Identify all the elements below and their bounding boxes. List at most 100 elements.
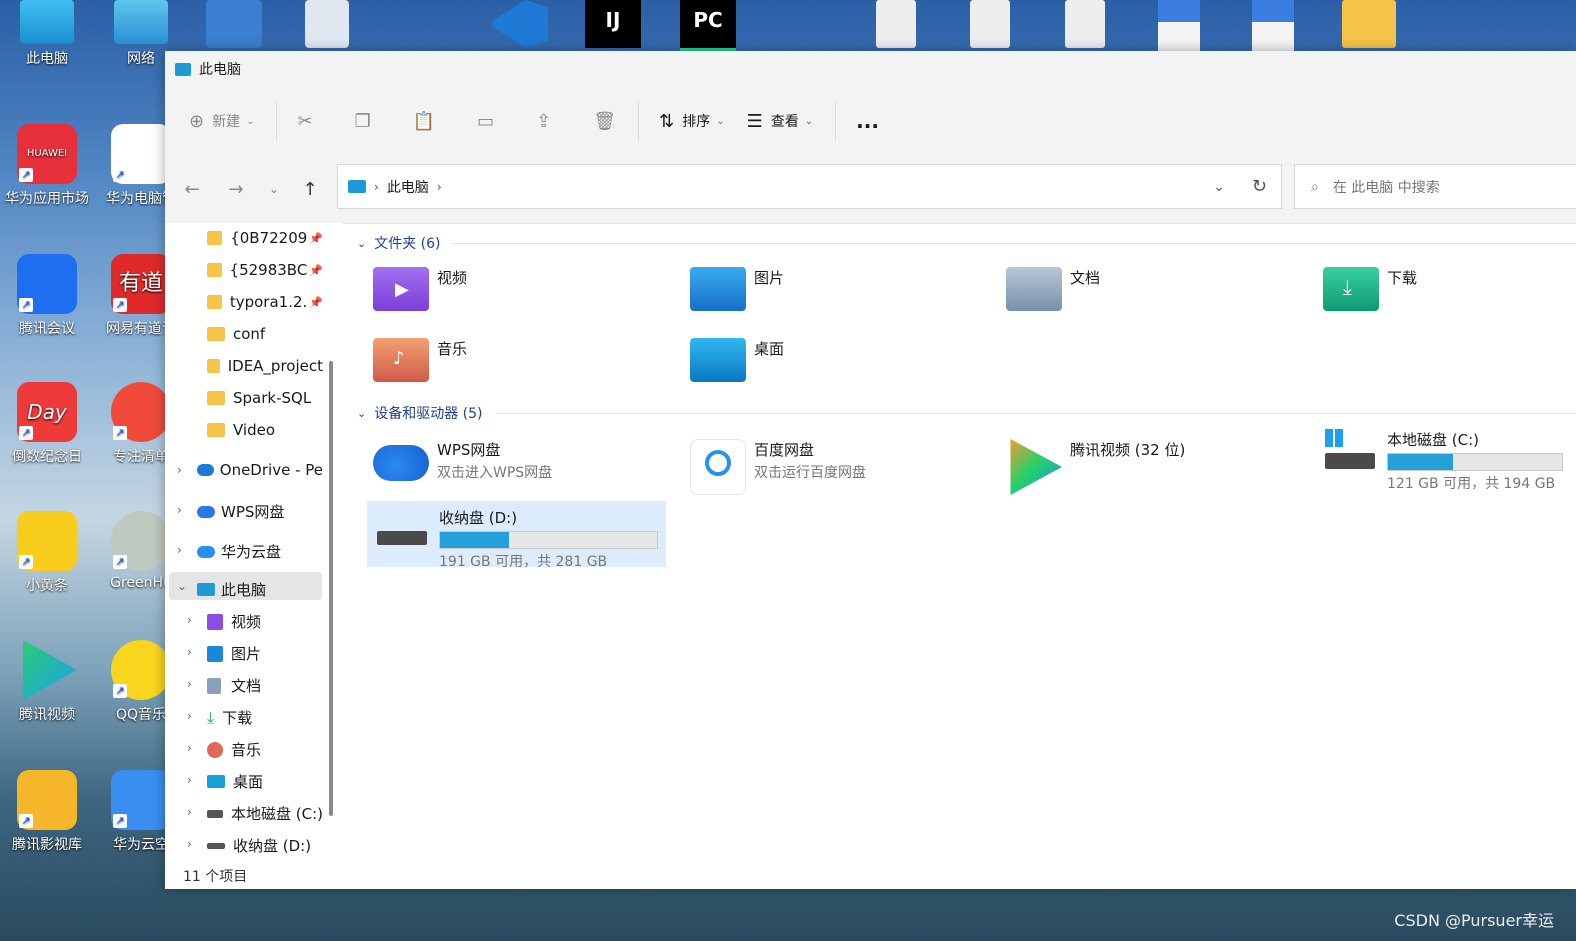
more-options-button[interactable]: ... bbox=[856, 109, 879, 133]
sidebar-item-wps[interactable]: WPS网盘 bbox=[197, 501, 323, 522]
address-dropdown-icon[interactable]: ⌄ bbox=[1213, 179, 1225, 195]
expand-chevron-icon[interactable]: › bbox=[187, 837, 192, 851]
sidebar-item-quick-4[interactable]: IDEA_project bbox=[207, 357, 323, 375]
expand-chevron-icon[interactable]: › bbox=[187, 773, 192, 787]
expand-chevron-icon[interactable]: › bbox=[187, 709, 192, 723]
desktop-icon-tencent-meeting[interactable]: ↗ 腾讯会议 bbox=[0, 254, 94, 338]
new-button[interactable]: ⊕ 新建 ⌄ bbox=[189, 111, 254, 132]
collapse-chevron-icon[interactable]: ⌄ bbox=[177, 579, 187, 593]
sidebar-item-quick-5[interactable]: Spark-SQL bbox=[207, 389, 323, 407]
shortcut-arrow-icon: ↗ bbox=[113, 298, 127, 312]
markdown-file-icon[interactable] bbox=[970, 0, 1010, 48]
recycle-bin-icon[interactable] bbox=[305, 0, 349, 48]
sidebar-item-quick-0[interactable]: {0B72209 📌 bbox=[207, 229, 323, 247]
up-arrow-icon[interactable]: ↑ bbox=[295, 179, 325, 200]
this-pc-icon bbox=[197, 583, 215, 596]
expand-chevron-icon[interactable]: › bbox=[187, 645, 192, 659]
vscode-icon[interactable] bbox=[492, 0, 548, 48]
sidebar-item-videos[interactable]: 视频 bbox=[207, 611, 323, 632]
folder-tile-downloads[interactable]: ⤓ 下载 bbox=[1323, 267, 1417, 311]
folders-group-header[interactable]: ⌄ 文件夹 (6) bbox=[357, 233, 1576, 253]
device-tile-drive-d[interactable]: 收纳盘 (D:) 191 GB 可用，共 281 GB bbox=[367, 501, 666, 570]
intellij-idea-icon[interactable]: IJ bbox=[585, 0, 641, 48]
expand-chevron-icon[interactable]: › bbox=[177, 463, 182, 477]
sidebar-item-desktop[interactable]: 桌面 bbox=[207, 771, 323, 792]
sidebar-item-music[interactable]: 音乐 bbox=[207, 739, 323, 760]
folder-tile-music[interactable]: ♪ 音乐 bbox=[373, 338, 467, 382]
desktop-icon-sticky-note[interactable]: ↗ 小黄条 bbox=[0, 511, 94, 595]
folder-tile-desktop[interactable]: 桌面 bbox=[690, 338, 784, 382]
expand-chevron-icon[interactable]: › bbox=[177, 503, 182, 517]
refresh-icon[interactable]: ↻ bbox=[1252, 176, 1267, 197]
folder-icon[interactable] bbox=[1342, 0, 1396, 48]
desktop-icon-huawei-appgallery[interactable]: HUAWEI ↗ 华为应用市场 bbox=[0, 124, 94, 208]
devices-group-header[interactable]: ⌄ 设备和驱动器 (5) bbox=[357, 403, 1576, 423]
markdown-file-icon[interactable] bbox=[876, 0, 916, 48]
forward-arrow-icon[interactable]: → bbox=[221, 179, 251, 200]
chevron-down-icon: ⌄ bbox=[804, 115, 814, 127]
pin-icon: 📌 bbox=[309, 231, 323, 245]
sidebar-item-quick-6[interactable]: Video bbox=[207, 421, 323, 439]
rename-button[interactable]: ▭ bbox=[477, 111, 494, 132]
expand-chevron-icon[interactable]: › bbox=[177, 543, 182, 557]
view-button[interactable]: ☰ 查看 ⌄ bbox=[747, 111, 814, 132]
cut-button[interactable]: ✂ bbox=[297, 111, 312, 132]
search-placeholder: 在 此电脑 中搜索 bbox=[1332, 179, 1440, 196]
tile-subtitle: 双击运行百度网盘 bbox=[754, 465, 866, 481]
desktop-icon-tencent-film-library[interactable]: ↗ 腾讯影视库 bbox=[0, 770, 94, 854]
search-box[interactable]: ⌕ 在 此电脑 中搜索 bbox=[1294, 164, 1576, 209]
desktop-icon-this-pc[interactable]: 此电脑 bbox=[0, 0, 94, 68]
tile-subtitle: 双击进入WPS网盘 bbox=[437, 465, 553, 481]
drive-icon bbox=[207, 809, 223, 818]
tile-subtitle: 191 GB 可用，共 281 GB bbox=[439, 554, 608, 570]
sidebar-item-pictures[interactable]: 图片 bbox=[207, 643, 323, 664]
sidebar-item-quick-1[interactable]: {52983BC 📌 bbox=[207, 261, 323, 279]
sort-button[interactable]: ⇅ 排序 ⌄ bbox=[659, 111, 724, 132]
expand-chevron-icon[interactable]: › bbox=[187, 677, 192, 691]
breadcrumb[interactable]: 此电脑 bbox=[387, 177, 429, 197]
sidebar-item-huawei-cloud[interactable]: 华为云盘 bbox=[197, 541, 323, 562]
markdown-file-icon[interactable] bbox=[1065, 0, 1105, 48]
device-tile-tencent-video[interactable]: 腾讯视频 (32 位) bbox=[1006, 439, 1185, 495]
windows-logo-icon bbox=[1325, 429, 1343, 447]
tile-name: 腾讯视频 (32 位) bbox=[1070, 441, 1186, 459]
tile-name: WPS网盘 bbox=[437, 441, 501, 459]
folder-tile-documents[interactable]: 文档 bbox=[1006, 267, 1100, 311]
pycharm-icon[interactable]: PC bbox=[680, 0, 736, 54]
sidebar-item-documents[interactable]: 文档 bbox=[207, 675, 323, 696]
device-tile-baidu-netdisk[interactable]: 百度网盘 双击运行百度网盘 bbox=[690, 439, 866, 495]
expand-chevron-icon[interactable]: › bbox=[187, 613, 192, 627]
copy-button[interactable]: ❐ bbox=[355, 111, 371, 132]
paste-button[interactable]: 📋 bbox=[413, 111, 435, 132]
sidebar-item-onedrive[interactable]: OneDrive - Pe bbox=[197, 461, 323, 479]
back-arrow-icon[interactable]: ← bbox=[177, 179, 207, 200]
focus-list-icon: ↗ bbox=[111, 382, 171, 442]
device-tile-wps-cloud[interactable]: WPS网盘双击进入WPS网盘 bbox=[373, 439, 552, 482]
sidebar-item-drive-d[interactable]: 收纳盘 (D:) bbox=[207, 835, 323, 856]
sidebar-scrollbar[interactable] bbox=[329, 361, 333, 816]
expand-chevron-icon[interactable]: › bbox=[187, 741, 192, 755]
control-panel-icon[interactable] bbox=[206, 0, 262, 48]
plus-circle-icon: ⊕ bbox=[189, 110, 205, 132]
device-tile-drive-c[interactable]: 本地磁盘 (C:) 121 GB 可用，共 194 GB bbox=[1323, 429, 1563, 493]
delete-button[interactable]: 🗑 bbox=[593, 111, 616, 132]
sidebar-item-downloads[interactable]: ⤓ 下载 bbox=[207, 707, 323, 728]
sidebar-item-drive-c[interactable]: 本地磁盘 (C:) bbox=[207, 803, 323, 824]
expand-chevron-icon[interactable]: › bbox=[187, 805, 192, 819]
sidebar-item-quick-3[interactable]: conf bbox=[207, 325, 323, 343]
recent-chevron-icon[interactable]: ⌄ bbox=[259, 182, 289, 196]
share-button[interactable]: ⇪ bbox=[536, 111, 551, 132]
desktop-icon-label: 此电脑 bbox=[26, 51, 68, 67]
divider bbox=[835, 101, 837, 141]
desktop-icon-day-countdown[interactable]: Day ↗ 倒数纪念日 bbox=[0, 382, 94, 466]
address-bar[interactable]: › 此电脑 › ⌄ ↻ bbox=[337, 164, 1282, 209]
divider bbox=[452, 242, 1576, 244]
folder-tile-pictures[interactable]: 图片 bbox=[690, 267, 784, 311]
folder-tile-videos[interactable]: ▶ 视频 bbox=[373, 267, 467, 311]
desktop-icon-tencent-video[interactable]: 腾讯视频 bbox=[0, 640, 94, 724]
shortcut-arrow-icon: ↗ bbox=[113, 814, 127, 828]
tile-name: 本地磁盘 (C:) bbox=[1387, 431, 1479, 449]
scissors-icon: ✂ bbox=[297, 110, 313, 132]
view-label: 查看 bbox=[770, 114, 799, 130]
sidebar-item-quick-2[interactable]: typora1.2. 📌 bbox=[207, 293, 323, 311]
